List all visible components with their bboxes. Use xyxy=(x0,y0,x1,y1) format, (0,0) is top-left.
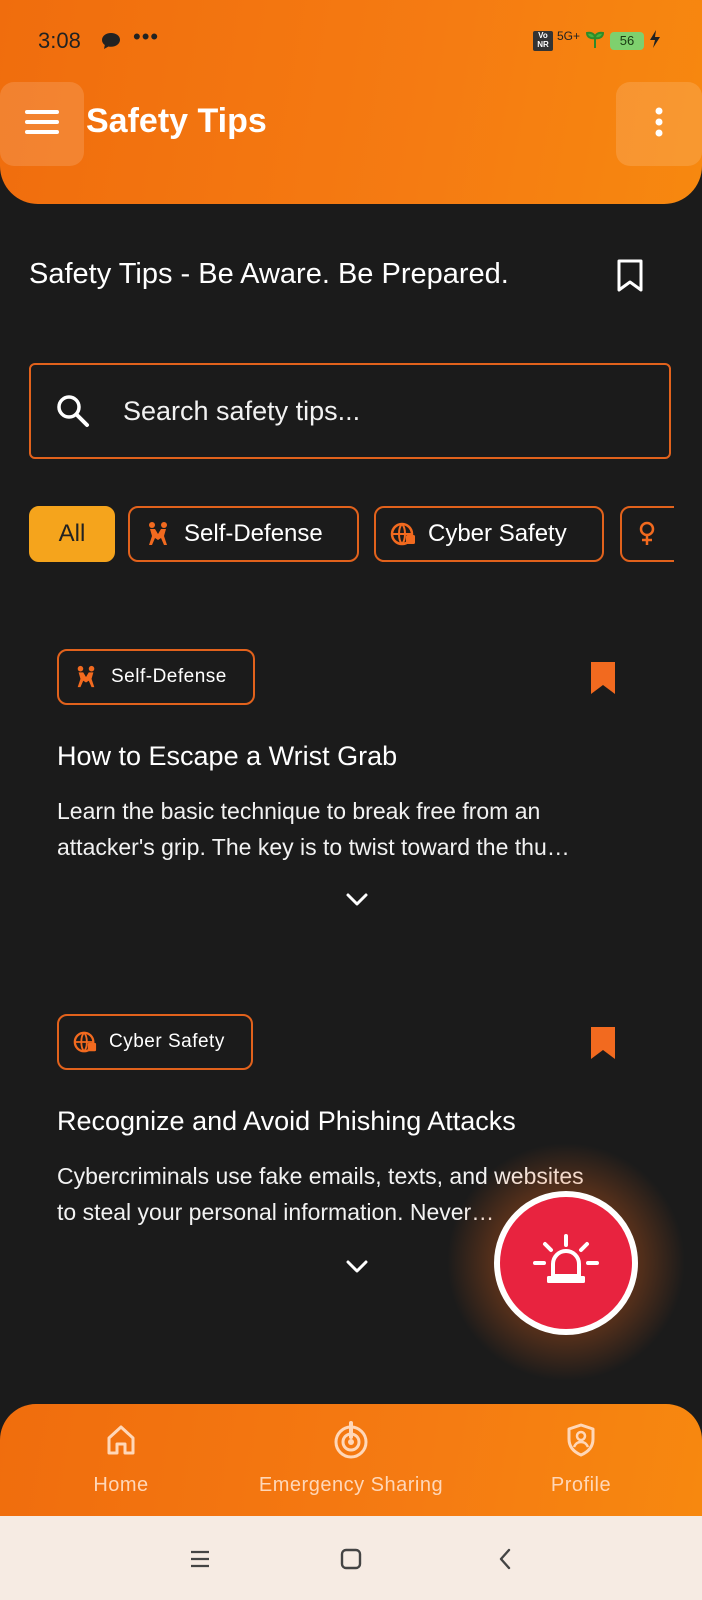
filter-chip-cyber-safety[interactable]: Cyber Safety xyxy=(374,506,604,562)
filter-chip-all[interactable]: All xyxy=(29,506,115,562)
system-back-icon[interactable] xyxy=(485,1542,525,1576)
status-bar: 3:08 ••• Vo NR 5G+ 56 xyxy=(0,0,702,80)
app-header: 3:08 ••• Vo NR 5G+ 56 Safety Tips xyxy=(0,0,702,204)
self-defense-icon xyxy=(73,665,99,689)
tip-summary-line: attacker's grip. The key is to twist tow… xyxy=(57,834,570,860)
filter-chips: All Self-Defense Cyber Safety xyxy=(29,506,674,564)
category-label: Cyber Safety xyxy=(109,1031,225,1052)
emergency-sharing-icon xyxy=(332,1418,370,1462)
nav-label: Emergency Sharing xyxy=(258,1474,444,1496)
tip-summary: Learn the basic technique to break free … xyxy=(57,793,647,865)
bottom-navigation: Home Emergency Sharing Profile xyxy=(0,1404,702,1516)
bookmark-outline-icon[interactable] xyxy=(616,259,644,298)
bookmark-filled-icon[interactable] xyxy=(589,661,617,700)
bookmark-filled-icon[interactable] xyxy=(589,1026,617,1065)
search-icon xyxy=(55,393,91,434)
filter-chip-self-defense[interactable]: Self-Defense xyxy=(128,506,359,562)
more-options-button[interactable] xyxy=(616,82,702,166)
status-notification-dots: ••• xyxy=(133,24,160,49)
battery-indicator: 56 xyxy=(610,32,644,50)
profile-shield-icon xyxy=(566,1418,596,1462)
system-navigation-bar xyxy=(0,1516,702,1600)
nav-home[interactable]: Home xyxy=(60,1404,182,1516)
page-title: Safety Tips xyxy=(86,102,267,140)
menu-button[interactable] xyxy=(0,82,84,166)
signal-sprout-icon xyxy=(584,29,606,54)
siren-icon xyxy=(531,1232,601,1295)
filter-chip-women-safety[interactable] xyxy=(620,506,674,562)
category-tag: Cyber Safety xyxy=(57,1014,253,1070)
system-home-icon[interactable] xyxy=(331,1542,371,1576)
search-input[interactable] xyxy=(123,389,643,433)
recent-apps-icon[interactable] xyxy=(180,1542,220,1576)
sos-button[interactable] xyxy=(494,1191,638,1335)
more-vertical-icon xyxy=(654,107,664,142)
tip-title: How to Escape a Wrist Grab xyxy=(57,741,398,771)
female-icon xyxy=(638,521,656,547)
expand-chevron-icon[interactable] xyxy=(337,1252,377,1282)
cyber-safety-icon xyxy=(73,1030,97,1054)
nav-profile[interactable]: Profile xyxy=(520,1404,642,1516)
message-bubble-icon xyxy=(101,32,121,55)
category-tag: Self-Defense xyxy=(57,649,255,705)
category-label: Self-Defense xyxy=(111,666,227,687)
tip-summary-line: Learn the basic technique to break free … xyxy=(57,798,541,824)
status-indicators: Vo NR 5G+ 56 xyxy=(532,28,662,54)
tip-title: Recognize and Avoid Phishing Attacks xyxy=(57,1106,516,1136)
nav-label: Home xyxy=(93,1474,149,1496)
volte-badge: Vo NR xyxy=(532,31,553,51)
nav-emergency-sharing[interactable]: Emergency Sharing xyxy=(240,1404,462,1516)
hamburger-icon xyxy=(25,109,59,140)
status-time: 3:08 xyxy=(38,28,81,53)
network-type: 5G+ xyxy=(556,29,580,43)
expand-chevron-icon[interactable] xyxy=(337,885,377,915)
chip-label: Cyber Safety xyxy=(428,520,567,547)
chip-label: All xyxy=(58,520,86,547)
section-heading: Safety Tips - Be Aware. Be Prepared. xyxy=(29,258,509,290)
home-icon xyxy=(106,1418,136,1462)
charging-bolt-icon xyxy=(648,29,662,54)
cyber-safety-icon xyxy=(390,521,416,547)
search-box[interactable] xyxy=(29,363,671,459)
self-defense-icon xyxy=(144,521,172,547)
nav-label: Profile xyxy=(550,1474,612,1496)
chip-label: Self-Defense xyxy=(184,520,323,547)
